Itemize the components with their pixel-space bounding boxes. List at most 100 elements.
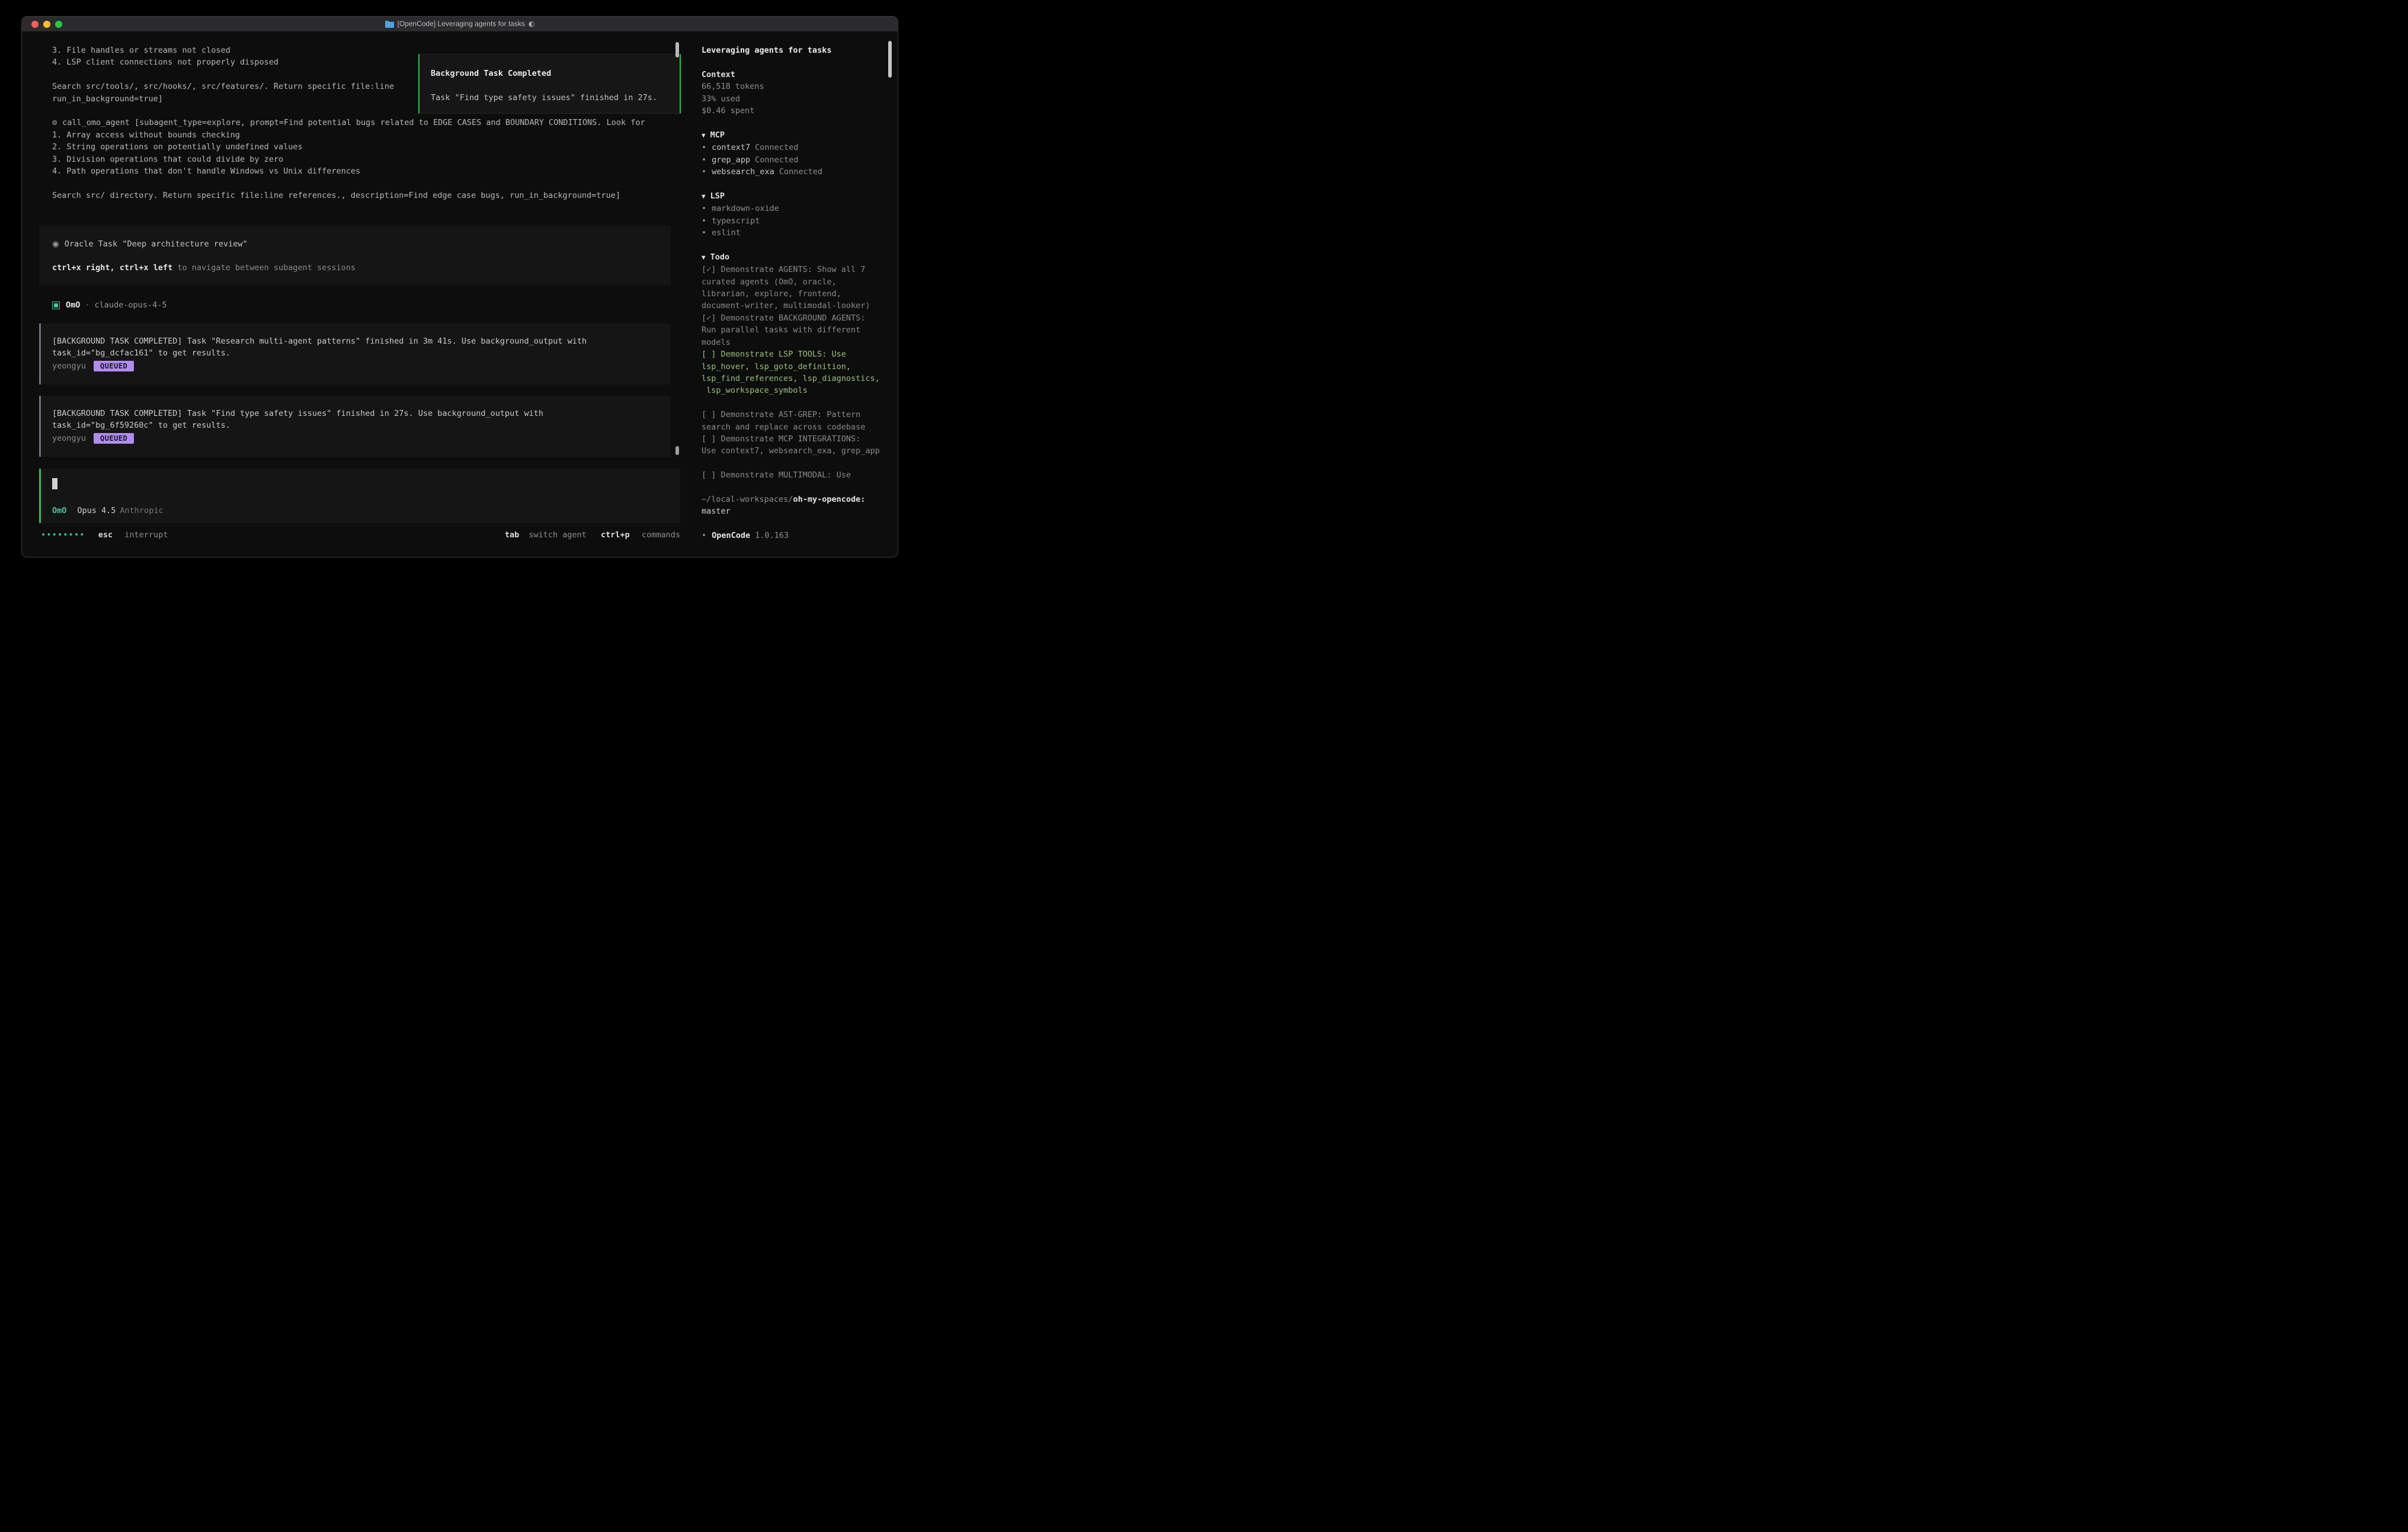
mcp-item: • context7 Connected	[702, 142, 892, 153]
minimize-button[interactable]	[43, 21, 50, 28]
bullet-icon: •	[702, 167, 706, 177]
lsp-section-header[interactable]: ▼LSP	[702, 190, 892, 203]
todo-item-done: [✓] Demonstrate AGENTS: Show all 7 curat…	[702, 264, 892, 312]
status-badge: QUEUED	[94, 433, 134, 444]
todo-item-active: [ ] Demonstrate LSP TOOLS: Use lsp_hover…	[702, 348, 892, 397]
background-task-toast: Background Task Completed Task "Find typ…	[418, 54, 681, 114]
workspace-path: ~/local-workspaces/oh-my-opencode:	[702, 493, 892, 505]
scroll-line	[52, 177, 678, 189]
tab-key-hint: tab	[505, 530, 519, 540]
bullet-icon: •	[702, 216, 706, 226]
mcp-item: • grep_app Connected	[702, 154, 892, 166]
scroll-line: 4. Path operations that don't handle Win…	[52, 165, 678, 177]
text-cursor	[52, 478, 57, 489]
status-badge: QUEUED	[94, 361, 134, 371]
folder-icon	[385, 21, 394, 28]
tool-call-text: call_omo_agent [subagent_type=explore, p…	[62, 118, 645, 127]
workspace-name: oh-my-opencode:	[793, 495, 865, 504]
lsp-item-name: typescript	[712, 216, 760, 226]
main-scrollbar-thumb[interactable]	[675, 42, 679, 57]
mcp-item-status: Connected	[755, 143, 798, 152]
spacer	[702, 482, 892, 493]
mcp-item-name: grep_app	[712, 155, 750, 165]
scroll-line: Search src/ directory. Return specific f…	[52, 190, 678, 201]
main-scrollbar-thumb-lower[interactable]	[675, 446, 679, 455]
message-text: task_id="bg_dcfac161" to get results.	[52, 347, 671, 359]
context-spent: $0.46 spent	[702, 105, 892, 117]
input-agent-name: OmO	[52, 505, 66, 517]
ctrlp-key-hint: ctrl+p	[601, 530, 630, 540]
chevron-down-icon: ▼	[702, 254, 706, 261]
message-text: [BACKGROUND TASK COMPLETED] Task "Resear…	[52, 335, 671, 347]
status-left: •••••••• esc interrupt	[41, 529, 168, 541]
bullet-icon: •	[702, 228, 706, 238]
spacer	[702, 397, 892, 409]
zoom-button[interactable]	[55, 21, 62, 28]
spacer	[702, 239, 892, 251]
status-bar: •••••••• esc interrupt tab switch agent …	[41, 529, 680, 541]
git-branch: master	[702, 505, 892, 517]
spinner-dots-icon: ••••••••	[41, 530, 85, 540]
message-block: [BACKGROUND TASK COMPLETED] Task "Resear…	[39, 323, 671, 384]
sidebar: Leveraging agents for tasks Context 66,5…	[702, 44, 892, 542]
toast-title: Background Task Completed	[431, 68, 680, 79]
hint-keys: ctrl+x right, ctrl+x left	[52, 263, 172, 273]
status-right: tab switch agent ctrl+p commands	[505, 529, 680, 541]
oracle-task-panel: ◉Oracle Task "Deep architecture review" …	[39, 226, 671, 286]
bullet-icon: •	[702, 204, 706, 213]
context-header: Context	[702, 69, 892, 81]
window-titlebar[interactable]: [OpenCode] Leveraging agents for tasks ◐	[22, 17, 898, 32]
record-icon: ◉	[52, 239, 59, 249]
terminal-window: [OpenCode] Leveraging agents for tasks ◐…	[21, 16, 898, 557]
close-button[interactable]	[31, 21, 39, 28]
input-model-name: Opus 4.5	[77, 505, 116, 517]
app-name: OpenCode	[712, 531, 750, 540]
message-footer: yeongyu QUEUED	[52, 360, 671, 372]
message-text: [BACKGROUND TASK COMPLETED] Task "Find t…	[52, 408, 671, 419]
bullet-icon: •	[702, 143, 706, 152]
spacer	[702, 117, 892, 129]
prompt-input[interactable]: OmO Opus 4.5 Anthropic	[39, 469, 680, 523]
model-indicator: OmO Opus 4.5 Anthropic	[52, 505, 164, 517]
sidebar-scrollbar-thumb[interactable]	[888, 41, 892, 78]
context-tokens: 66,518 tokens	[702, 81, 892, 92]
chevron-down-icon: ▼	[702, 132, 706, 139]
agent-model: claude-opus-4-5	[95, 299, 167, 311]
scroll-line: 2. String operations on potentially unde…	[52, 141, 678, 153]
mcp-header-label: MCP	[710, 130, 725, 140]
scroll-line: 1. Array access without bounds checking	[52, 129, 678, 141]
mcp-section-header[interactable]: ▼ MCP	[702, 129, 892, 142]
lsp-item-name: eslint	[712, 228, 741, 238]
message-author: yeongyu	[52, 360, 86, 372]
mcp-item-name: context7	[712, 143, 750, 152]
input-provider-name: Anthropic	[120, 505, 163, 517]
message-text: task_id="bg_6f59260c" to get results.	[52, 419, 671, 431]
bullet-icon: •	[702, 155, 706, 165]
todo-item-pending: [ ] Demonstrate AST-GREP: Pattern search…	[702, 409, 892, 433]
mcp-item-status: Connected	[779, 167, 822, 177]
lsp-header-label: LSP	[710, 191, 725, 201]
todo-item-done: [✓] Demonstrate BACKGROUND AGENTS: Run p…	[702, 312, 892, 348]
mcp-item-status: Connected	[755, 155, 798, 165]
lsp-item-name: markdown-oxide	[712, 204, 779, 213]
context-used: 33% used	[702, 93, 892, 105]
spacer	[702, 518, 892, 530]
message-author: yeongyu	[52, 432, 86, 444]
spacer	[702, 56, 892, 68]
todo-section-header[interactable]: ▼ Todo	[702, 251, 892, 264]
separator-dot: ·	[85, 299, 89, 311]
app-version: 1.0.163	[755, 531, 789, 540]
agent-square-icon	[52, 302, 60, 309]
version-footer: •OpenCode1.0.163	[702, 530, 892, 541]
message-footer: yeongyu QUEUED	[52, 432, 671, 444]
navigation-hint: ctrl+x right, ctrl+x left to navigate be…	[52, 262, 671, 274]
agent-name: OmO	[66, 299, 80, 311]
workspace-path-prefix: ~/local-workspaces/	[702, 495, 793, 504]
todo-header-label: Todo	[710, 252, 730, 262]
window-title-text: [OpenCode] Leveraging agents for tasks	[398, 18, 525, 30]
oracle-task-title-line: ◉Oracle Task "Deep architecture review"	[52, 238, 671, 250]
todo-item-pending: [ ] Demonstrate MCP INTEGRATIONS: Use co…	[702, 433, 892, 457]
toast-body: Task "Find type safety issues" finished …	[431, 92, 680, 104]
hint-text: to navigate between subagent sessions	[172, 263, 356, 273]
session-title: Leveraging agents for tasks	[702, 44, 892, 56]
